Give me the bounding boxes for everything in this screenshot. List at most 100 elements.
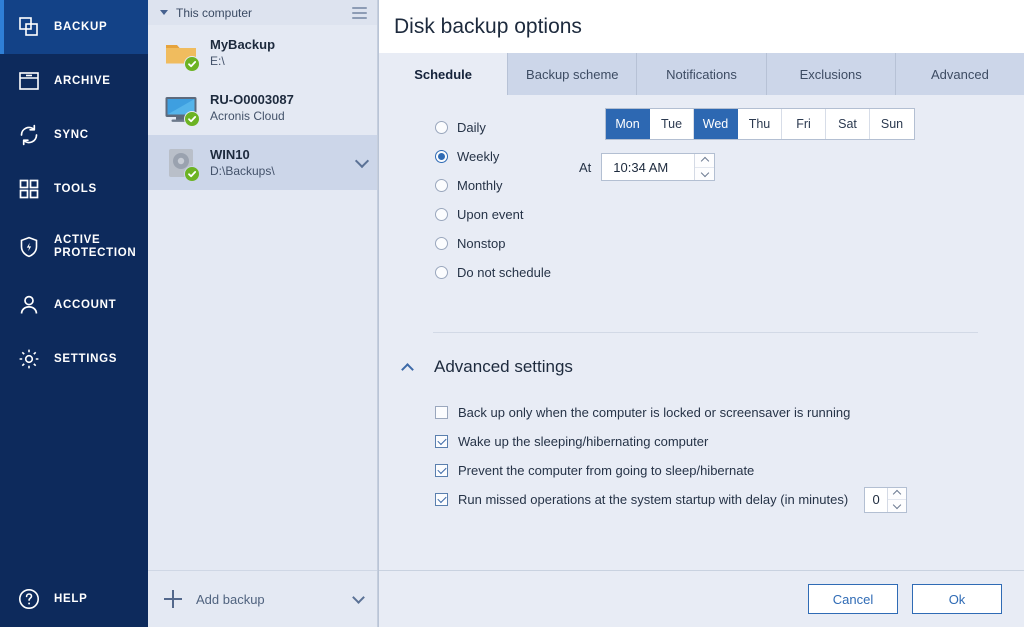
tab-label: Exclusions (799, 66, 862, 82)
day-label: Sun (880, 117, 904, 131)
backup-name: RU-O0003087 (210, 92, 294, 107)
radio-label: Nonstop (457, 236, 506, 251)
radio-label: Weekly (457, 149, 500, 164)
backup-path: D:\Backups\ (210, 164, 275, 178)
list-item[interactable]: MyBackup E:\ (148, 25, 377, 80)
backup-list-panel: This computer MyBackup E:\ RU-O0003087 A… (148, 0, 378, 627)
chevron-down-icon[interactable] (354, 153, 370, 168)
check-badge-icon (184, 110, 200, 127)
check-badge-icon (184, 55, 200, 72)
list-item[interactable]: RU-O0003087 Acronis Cloud (148, 80, 377, 135)
radio-label: Upon event (457, 207, 524, 222)
tab-schedule[interactable]: Schedule (379, 53, 509, 95)
radio-indicator (435, 208, 448, 221)
radio-indicator (435, 179, 448, 192)
advanced-settings-title: Advanced settings (434, 357, 573, 376)
radio-do-not-schedule[interactable]: Do not schedule (435, 258, 615, 287)
list-item-text: RU-O0003087 Acronis Cloud (210, 91, 367, 124)
backup-path: E:\ (210, 54, 225, 68)
day-button-tue[interactable]: Tue (650, 109, 694, 139)
ok-button[interactable]: Ok (912, 584, 1002, 614)
spinner-down-button[interactable] (695, 166, 715, 181)
delay-minutes-input[interactable]: 0 (865, 488, 887, 512)
spinner-up-button[interactable] (695, 154, 714, 167)
dialog-title-bar: Disk backup options (379, 0, 1024, 53)
add-backup-button[interactable]: Add backup (148, 570, 377, 627)
delay-minutes-stepper[interactable]: 0 (864, 486, 908, 513)
radio-indicator (435, 237, 448, 250)
sidebar-item-active-protection[interactable]: ACTIVE PROTECTION (0, 216, 148, 278)
sidebar-item-label: ARCHIVE (54, 74, 111, 87)
chevron-down-icon[interactable] (352, 590, 365, 604)
sidebar-item-account[interactable]: ACCOUNT (0, 278, 148, 332)
backup-group-title: This computer (176, 5, 253, 20)
application-window: BACKUP ARCHIVE SYNC TOOLS ACTIVE PROTECT… (0, 0, 1024, 627)
sidebar-help-label: HELP (54, 592, 88, 605)
sidebar-nav-list: BACKUP ARCHIVE SYNC TOOLS ACTIVE PROTECT… (0, 0, 148, 386)
tab-notifications[interactable]: Notifications (637, 53, 767, 95)
backup-list-header: This computer (148, 0, 377, 25)
radio-label: Do not schedule (457, 265, 551, 280)
day-button-wed[interactable]: Wed (694, 109, 738, 139)
grid-squares-icon (14, 174, 44, 204)
radio-label: Monthly (457, 178, 503, 193)
dialog-footer: Cancel Ok (379, 570, 1024, 627)
add-backup-label: Add backup (196, 591, 265, 607)
radio-nonstop[interactable]: Nonstop (435, 229, 615, 258)
options-tab-bar: Schedule Backup scheme Notifications Exc… (379, 53, 1024, 95)
main-content-pane: Disk backup options Schedule Backup sche… (378, 0, 1024, 627)
sidebar-item-backup[interactable]: BACKUP (0, 0, 148, 54)
cancel-button[interactable]: Cancel (808, 584, 898, 614)
checkbox-run-missed-operations[interactable]: Run missed operations at the system star… (435, 485, 908, 514)
caret-down-icon[interactable] (160, 10, 168, 15)
sidebar-item-archive[interactable]: ARCHIVE (0, 54, 148, 108)
caret-down-icon (700, 168, 710, 177)
radio-upon-event[interactable]: Upon event (435, 200, 615, 229)
time-input[interactable]: 10:34 AM (602, 154, 694, 180)
sidebar-item-settings[interactable]: SETTINGS (0, 332, 148, 386)
checkbox-backup-when-locked[interactable]: Back up only when the computer is locked… (435, 398, 907, 427)
sidebar-item-label: ACTIVE PROTECTION (54, 234, 137, 259)
backup-path: Acronis Cloud (210, 109, 285, 123)
hard-drive-icon (162, 144, 200, 182)
checkbox-label: Run missed operations at the system star… (458, 492, 849, 507)
checkbox-label: Wake up the sleeping/hibernating compute… (458, 434, 709, 449)
tab-label: Schedule (414, 66, 472, 82)
spinner-down-button[interactable] (888, 499, 907, 512)
backup-name: WIN10 (210, 147, 250, 162)
page-title: Disk backup options (394, 14, 582, 38)
sidebar-item-help[interactable]: HELP (0, 570, 148, 627)
frequency-radio-group: Daily Weekly Monthly Upon event Nonstop (435, 113, 615, 287)
chevron-up-icon (401, 362, 414, 376)
caret-up-icon (892, 490, 902, 499)
sync-arrows-icon (14, 120, 44, 150)
tab-backup-scheme[interactable]: Backup scheme (508, 53, 638, 95)
hamburger-menu-icon[interactable] (352, 6, 367, 19)
tab-advanced[interactable]: Advanced (895, 53, 1024, 95)
question-circle-icon (14, 584, 44, 614)
caret-down-icon (892, 500, 902, 509)
radio-daily[interactable]: Daily (435, 113, 615, 142)
sidebar-item-tools[interactable]: TOOLS (0, 162, 148, 216)
checkbox-wake-computer[interactable]: Wake up the sleeping/hibernating compute… (435, 427, 907, 456)
day-button-sat[interactable]: Sat (826, 109, 870, 139)
shield-bolt-icon (14, 232, 44, 262)
advanced-settings-toggle[interactable]: Advanced settings (397, 357, 573, 377)
spinner-up-button[interactable] (888, 488, 906, 500)
advanced-settings-checkbox-list: Back up only when the computer is locked… (435, 398, 908, 514)
day-button-sun[interactable]: Sun (870, 109, 914, 139)
tab-exclusions[interactable]: Exclusions (766, 53, 896, 95)
day-button-thu[interactable]: Thu (738, 109, 782, 139)
plus-icon (164, 590, 182, 608)
day-button-mon[interactable]: Mon (606, 109, 650, 139)
time-picker[interactable]: 10:34 AM (601, 153, 716, 181)
checkbox-prevent-sleep[interactable]: Prevent the computer from going to sleep… (435, 456, 907, 485)
time-spinner (694, 154, 715, 181)
day-button-fri[interactable]: Fri (782, 109, 826, 139)
tab-label: Advanced (931, 66, 989, 82)
day-label: Tue (660, 117, 683, 131)
cancel-label: Cancel (832, 591, 874, 607)
sidebar-item-sync[interactable]: SYNC (0, 108, 148, 162)
weekday-button-group: Mon Tue Wed Thu Fri Sat Sun (605, 108, 915, 140)
list-item[interactable]: WIN10 D:\Backups\ (148, 135, 377, 190)
